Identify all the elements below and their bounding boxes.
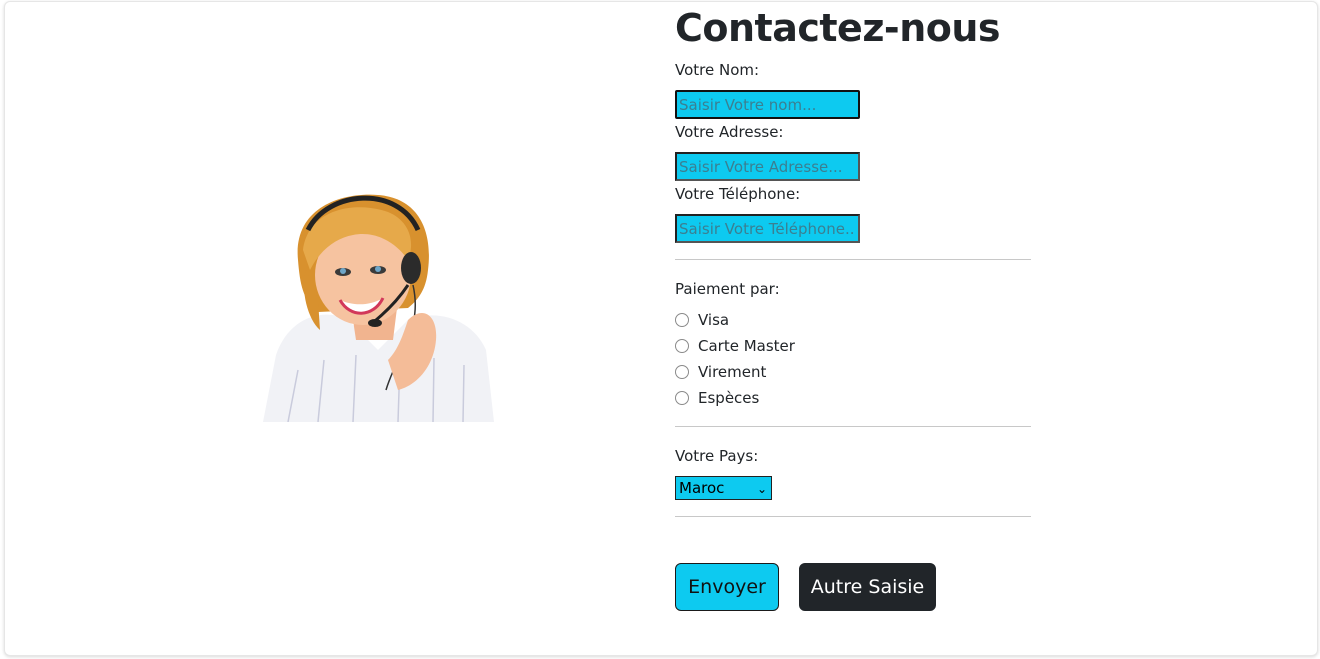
name-label: Votre Nom: xyxy=(675,61,760,79)
radio-label: Carte Master xyxy=(698,337,795,355)
name-input[interactable] xyxy=(675,90,860,119)
phone-label: Votre Téléphone: xyxy=(675,185,801,203)
payment-option-mastercard[interactable]: Carte Master xyxy=(675,336,795,356)
radio-button[interactable] xyxy=(675,313,689,327)
divider xyxy=(675,426,1031,427)
chevron-down-icon: ⌄ xyxy=(756,482,767,496)
country-label: Votre Pays: xyxy=(675,447,759,465)
country-select[interactable]: Maroc ⌄ xyxy=(675,476,772,500)
radio-label: Espèces xyxy=(698,389,760,407)
payment-option-cash[interactable]: Espèces xyxy=(675,388,759,408)
page-title: Contactez-nous xyxy=(675,6,1001,50)
radio-button[interactable] xyxy=(675,365,689,379)
payment-option-transfer[interactable]: Virement xyxy=(675,362,766,382)
radio-button[interactable] xyxy=(675,339,689,353)
country-selected-value: Maroc xyxy=(679,479,725,497)
support-agent-image xyxy=(263,194,494,422)
phone-input[interactable] xyxy=(675,214,860,243)
address-label: Votre Adresse: xyxy=(675,123,784,141)
payment-option-visa[interactable]: Visa xyxy=(675,310,729,330)
reset-button[interactable]: Autre Saisie xyxy=(799,563,936,611)
radio-button[interactable] xyxy=(675,391,689,405)
address-input[interactable] xyxy=(675,152,860,181)
radio-label: Visa xyxy=(698,311,730,329)
divider xyxy=(675,516,1031,517)
page-card xyxy=(4,1,1318,656)
divider xyxy=(675,259,1031,260)
payment-label: Paiement par: xyxy=(675,280,780,298)
submit-button[interactable]: Envoyer xyxy=(675,563,779,611)
radio-label: Virement xyxy=(698,363,767,381)
